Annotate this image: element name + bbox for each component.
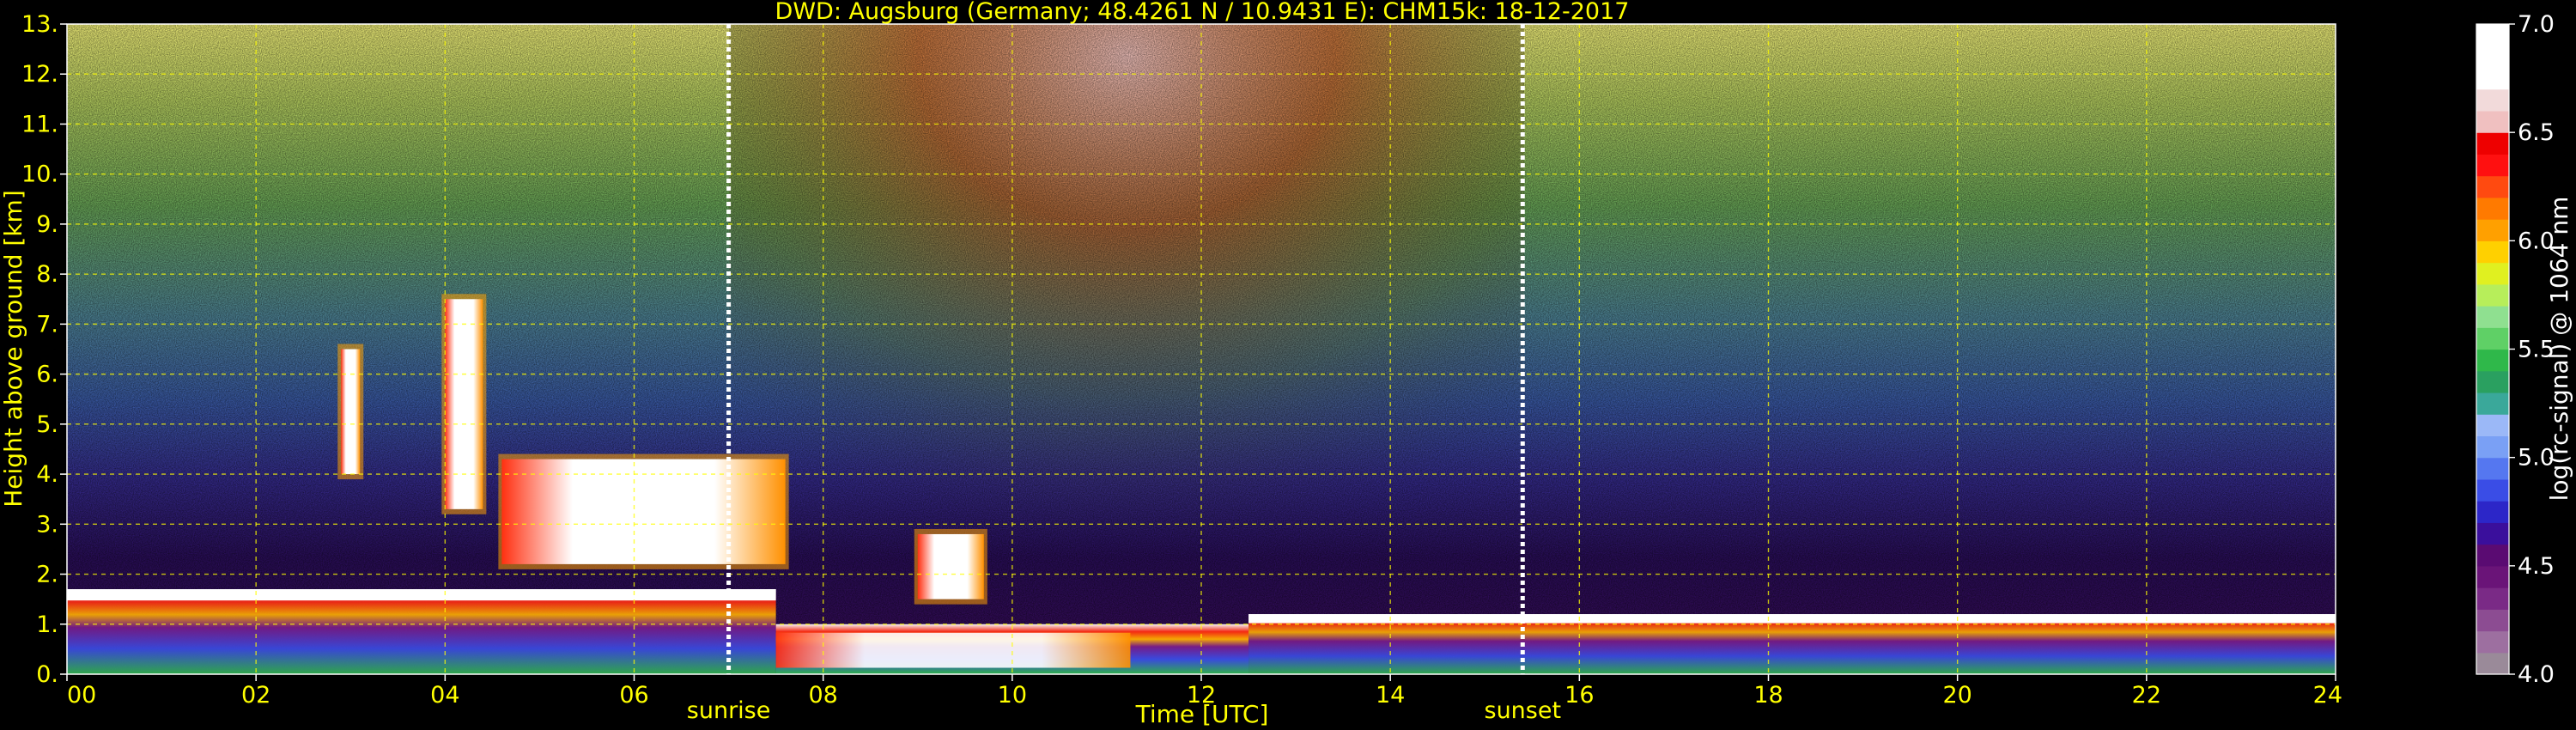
colorbar-segment-3 xyxy=(2476,587,2509,610)
colorbar-segment-26 xyxy=(2476,88,2509,112)
y-tick-label-7: 7. xyxy=(36,311,58,338)
x-tick-label-10: 20 xyxy=(1942,682,1971,709)
colorbar-segment-10 xyxy=(2476,435,2509,459)
x-axis-label: Time [UTC] xyxy=(1135,700,1269,728)
y-axis-label: Height above ground [km] xyxy=(0,190,27,508)
x-tick-label-1: 02 xyxy=(241,682,270,709)
colorbar-tick-label-1: 4.5 xyxy=(2518,553,2555,580)
colorbar-label: log(rc-signal) @ 1064 nm xyxy=(2545,197,2573,502)
y-tick-label-12: 12. xyxy=(21,61,58,88)
colorbar-segment-16 xyxy=(2476,306,2509,328)
x-tick-label-7: 14 xyxy=(1376,682,1405,709)
colorbar-segment-1 xyxy=(2476,630,2509,654)
y-tick-label-3: 3. xyxy=(36,511,58,538)
colorbar-segment-2 xyxy=(2476,609,2509,632)
feature-boundary-layer-top-0 xyxy=(67,589,776,601)
y-tick-label-2: 2. xyxy=(36,562,58,588)
colorbar-segment-5 xyxy=(2476,544,2509,567)
marker-label-sunrise: sunrise xyxy=(687,697,771,724)
colorbar-segment-6 xyxy=(2476,522,2509,545)
x-tick-label-3: 06 xyxy=(619,682,648,709)
colorbar-segment-18 xyxy=(2476,262,2509,285)
x-tick-label-8: 16 xyxy=(1564,682,1594,709)
feature-low-cloud-core-5 xyxy=(775,632,1131,668)
colorbar-tick-label-6: 7.0 xyxy=(2518,11,2555,38)
y-tick-label-11: 11. xyxy=(21,111,58,137)
x-tick-label-12: 24 xyxy=(2313,682,2342,709)
colorbar-segment-9 xyxy=(2476,457,2509,480)
chart-title: DWD: Augsburg (Germany; 48.4261 N / 10.9… xyxy=(775,0,1630,25)
feature-cloud-1 xyxy=(341,349,361,475)
y-tick-label-9: 9. xyxy=(36,211,58,238)
y-tick-label-0: 0. xyxy=(36,661,58,688)
marker-label-sunset: sunset xyxy=(1485,697,1562,724)
colorbar-segment-23 xyxy=(2476,154,2509,177)
x-tick-label-5: 10 xyxy=(998,682,1027,709)
feature-cloud-2 xyxy=(445,299,483,509)
colorbar-segment-14 xyxy=(2476,349,2509,372)
lidar-figure: sunrise sunset 0. 1. 2. 3. 4. 5. 6. 7. 8. 9. 10. 11.… xyxy=(0,0,2573,728)
colorbar-tick-label-0: 4.0 xyxy=(2518,661,2555,688)
x-tick-label-2: 04 xyxy=(430,682,459,709)
x-tick-label-4: 08 xyxy=(808,682,837,709)
x-tick-label-11: 22 xyxy=(2132,682,2161,709)
y-tick-label-1: 1. xyxy=(36,611,58,638)
colorbar-segment-22 xyxy=(2476,175,2509,198)
colorbar-segment-11 xyxy=(2476,414,2509,437)
colorbar-segment-29 xyxy=(2476,24,2509,46)
colorbar-segment-27 xyxy=(2476,67,2509,90)
x-tick-label-9: 18 xyxy=(1753,682,1783,709)
colorbar-segment-24 xyxy=(2476,132,2509,155)
colorbar-segment-28 xyxy=(2476,46,2509,69)
colorbar-segment-19 xyxy=(2476,240,2509,264)
colorbar-segment-4 xyxy=(2476,565,2509,588)
y-tick-label-4: 4. xyxy=(36,461,58,488)
colorbar-segment-17 xyxy=(2476,283,2509,307)
colorbar-segment-13 xyxy=(2476,370,2509,393)
colorbar-tick-label-5: 6.5 xyxy=(2518,119,2555,146)
colorbar-segment-7 xyxy=(2476,501,2509,523)
feature-cloud-3 xyxy=(501,459,786,564)
feature-boundary-layer-0 xyxy=(67,589,776,674)
plot-area xyxy=(67,24,2336,674)
colorbar-segment-25 xyxy=(2476,110,2509,133)
y-tick-label-8: 8. xyxy=(36,261,58,288)
colorbar-segment-8 xyxy=(2476,478,2509,502)
y-tick-label-5: 5. xyxy=(36,411,58,438)
colorbar-segment-20 xyxy=(2476,219,2509,241)
y-tick-label-13: 13. xyxy=(21,11,58,38)
y-tick-label-10: 10. xyxy=(21,161,58,188)
feature-boundary-layer-top-6 xyxy=(1249,614,2336,624)
colorbar: 4.04.55.05.56.06.57.0 xyxy=(2476,11,2555,688)
y-axis-ticks: 0. 1. 2. 3. 4. 5. 6. 7. 8. 9. 10. 11. 12. 13. xyxy=(21,11,67,688)
colorbar-segment-12 xyxy=(2476,392,2509,415)
colorbar-segment-0 xyxy=(2476,652,2509,675)
y-tick-label-6: 6. xyxy=(36,362,58,388)
feature-cloud-4 xyxy=(917,533,984,599)
colorbar-segment-21 xyxy=(2476,197,2509,220)
x-tick-label-0: 00 xyxy=(67,682,96,709)
colorbar-segment-15 xyxy=(2476,327,2509,350)
